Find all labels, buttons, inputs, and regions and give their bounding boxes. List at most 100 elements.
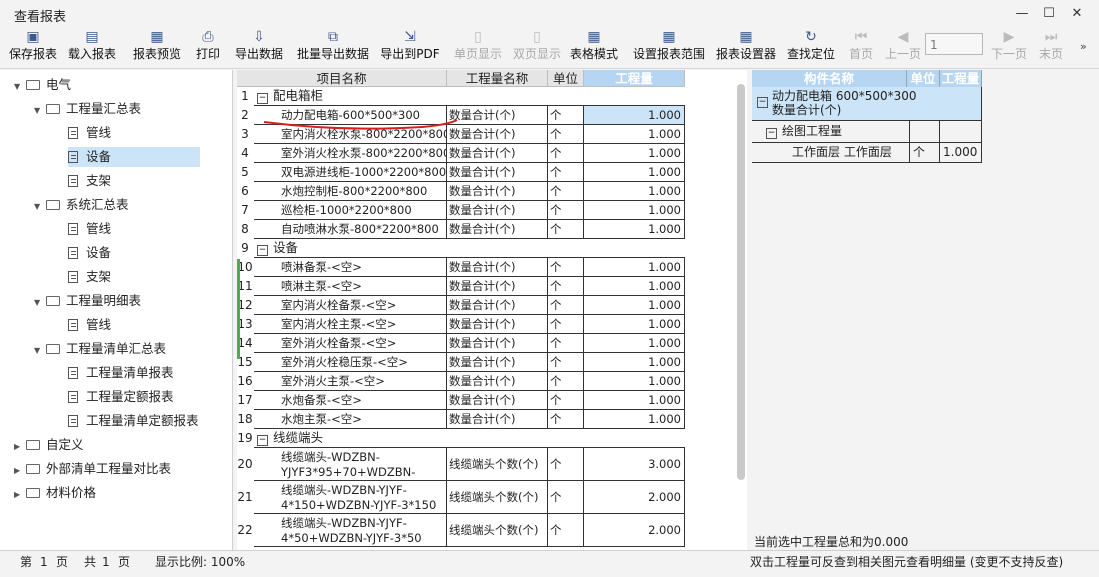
detail-row-qty[interactable]: 1.000 <box>940 143 982 163</box>
cell-unit: 个 <box>548 481 584 514</box>
cell-qty[interactable]: 1.000 <box>584 106 685 125</box>
collapse-icon[interactable]: − <box>257 435 268 446</box>
export-data-button[interactable]: ⇩ 导出数据 <box>230 28 288 68</box>
cell-qty[interactable]: 1.000 <box>584 353 685 372</box>
cell-qty[interactable]: 1.000 <box>584 182 685 201</box>
tree-node[interactable]: 管线 <box>68 219 111 239</box>
collapse-icon[interactable]: − <box>257 245 268 256</box>
cell-qty[interactable]: 1.000 <box>584 410 685 429</box>
group-row[interactable]: − 线缆端头 <box>254 429 685 448</box>
cell-unit: 个 <box>548 182 584 201</box>
toolbar-overflow-icon[interactable]: » <box>1080 40 1087 53</box>
collapse-arrow-icon[interactable]: ▼ <box>34 197 46 217</box>
cell-qty[interactable]: 3.000 <box>584 448 685 481</box>
report-settings-label: 报表设置器 <box>715 47 776 61</box>
double-page-button[interactable]: ▯ 双页显示 <box>509 28 565 68</box>
save-report-button[interactable]: ▣ 保存报表 <box>5 28 61 68</box>
load-report-button[interactable]: ▤ 载入报表 <box>62 28 122 68</box>
tree-node[interactable]: 工程量清单定额报表 <box>68 411 199 431</box>
expand-arrow-icon[interactable]: ▶ <box>14 461 26 481</box>
set-range-button[interactable]: ▦ 设置报表范围 <box>630 28 708 68</box>
save-report-icon: ▣ <box>26 29 40 45</box>
prev-page-button[interactable]: ◀ 上一页 <box>882 28 924 68</box>
print-button[interactable]: ⎙ 打印 <box>192 28 224 68</box>
tree-node[interactable]: ▶ 材料价格 <box>14 483 96 503</box>
tree-node[interactable]: 设备 <box>68 147 200 167</box>
cell-item-name: 室内消火栓主泵-<空> <box>254 315 447 334</box>
cell-qty[interactable]: 1.000 <box>584 163 685 182</box>
cell-qty-name: 数量合计(个) <box>447 334 548 353</box>
tree-node[interactable]: 工程量清单报表 <box>68 363 174 383</box>
cell-qty[interactable]: 1.000 <box>584 201 685 220</box>
cell-qty[interactable]: 1.000 <box>584 372 685 391</box>
detail-subgroup-row[interactable]: − 绘图工程量 <box>752 121 910 143</box>
tree-node[interactable]: 工程量定额报表 <box>68 387 174 407</box>
col-header-name[interactable]: 项目名称 <box>237 70 447 87</box>
cell-unit: 个 <box>548 106 584 125</box>
tree-node-label: 管线 <box>86 317 112 332</box>
detail-item-row[interactable]: − 动力配电箱 600*500*300 数量合计(个) <box>752 87 982 121</box>
single-page-button[interactable]: ▯ 单页显示 <box>450 28 506 68</box>
cell-unit: 个 <box>548 201 584 220</box>
cell-item-name: 线缆端头-WDZBN-YJYF3*95+70+WDZBN-YJYF3*95 <box>254 448 447 481</box>
cell-qty[interactable]: 1.000 <box>584 334 685 353</box>
report-preview-button[interactable]: ▦ 报表预览 <box>128 28 186 68</box>
expand-arrow-icon[interactable]: ▶ <box>14 485 26 505</box>
collapse-icon[interactable]: − <box>766 128 777 139</box>
first-page-button[interactable]: ⏮ 首页 <box>845 28 877 68</box>
collapse-arrow-icon[interactable]: ▼ <box>34 101 46 121</box>
cell-qty[interactable]: 1.000 <box>584 144 685 163</box>
export-pdf-button[interactable]: ⇲ 导出到PDF <box>376 28 444 68</box>
col-header-unit[interactable]: 单位 <box>548 70 584 87</box>
folder-icon <box>26 80 40 90</box>
close-button[interactable]: ✕ <box>1065 4 1089 24</box>
cell-qty[interactable]: 1.000 <box>584 277 685 296</box>
tree-node[interactable]: ▼ 工程量汇总表 <box>34 99 141 119</box>
cell-qty[interactable]: 1.000 <box>584 391 685 410</box>
find-locate-button[interactable]: ↻ 查找定位 <box>783 28 839 68</box>
group-row[interactable]: − 设备 <box>254 239 685 258</box>
maximize-button[interactable]: ☐ <box>1037 4 1061 24</box>
tree-node[interactable]: ▼ 工程量明细表 <box>34 291 141 311</box>
total-unit: 页 <box>118 555 131 569</box>
report-settings-button[interactable]: ▦ 报表设置器 <box>712 28 780 68</box>
batch-export-button[interactable]: ⧉ 批量导出数据 <box>293 28 373 68</box>
folder-icon <box>46 104 60 114</box>
col-header-qty-name[interactable]: 工程量名称 <box>447 70 548 87</box>
last-page-button[interactable]: ⏭ 末页 <box>1035 28 1067 68</box>
next-page-button[interactable]: ▶ 下一页 <box>988 28 1030 68</box>
tree-node[interactable]: 支架 <box>68 267 111 287</box>
cell-qty[interactable]: 1.000 <box>584 125 685 144</box>
expand-arrow-icon[interactable]: ▶ <box>14 437 26 457</box>
cell-item-name: 喷淋主泵-<空> <box>254 277 447 296</box>
title-bar: 查看报表 — ☐ ✕ <box>0 0 1099 28</box>
collapse-arrow-icon[interactable]: ▼ <box>34 341 46 361</box>
last-page-icon: ⏭ <box>1044 29 1058 45</box>
cell-qty[interactable]: 2.000 <box>584 481 685 514</box>
collapse-icon[interactable]: − <box>257 93 268 104</box>
cell-qty[interactable]: 1.000 <box>584 220 685 239</box>
group-row[interactable]: − 配电箱柜 <box>254 87 685 106</box>
tree-node[interactable]: ▼ 系统汇总表 <box>34 195 129 215</box>
cell-qty[interactable]: 2.000 <box>584 514 685 547</box>
table-mode-label: 表格模式 <box>569 47 618 61</box>
grid-vertical-scrollbar[interactable] <box>737 84 745 480</box>
tree-node[interactable]: 支架 <box>68 171 111 191</box>
tree-node[interactable]: ▶ 自定义 <box>14 435 84 455</box>
cell-qty[interactable]: 1.000 <box>584 258 685 277</box>
page-number-input[interactable]: 1 <box>925 33 983 55</box>
tree-node[interactable]: 管线 <box>68 315 111 335</box>
cell-qty[interactable]: 1.000 <box>584 296 685 315</box>
tree-node[interactable]: 管线 <box>68 123 111 143</box>
minimize-button[interactable]: — <box>1010 4 1034 24</box>
table-mode-button[interactable]: ▦ 表格模式 <box>566 28 622 68</box>
cell-qty[interactable]: 1.000 <box>584 315 685 334</box>
tree-node[interactable]: 设备 <box>68 243 111 263</box>
tree-node[interactable]: ▼ 电气 <box>14 75 71 95</box>
col-header-qty[interactable]: 工程量 <box>584 70 685 87</box>
tree-node[interactable]: ▶ 外部清单工程量对比表 <box>14 459 171 479</box>
tree-node[interactable]: ▼ 工程量清单汇总表 <box>34 339 166 359</box>
collapse-arrow-icon[interactable]: ▼ <box>34 293 46 313</box>
collapse-arrow-icon[interactable]: ▼ <box>14 77 26 97</box>
collapse-icon[interactable]: − <box>757 97 768 108</box>
